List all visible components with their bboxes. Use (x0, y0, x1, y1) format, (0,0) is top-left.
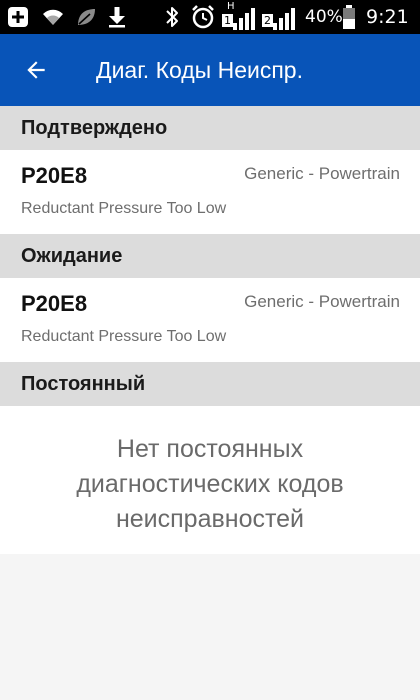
alarm-icon (190, 0, 216, 34)
battery-percent: 40% (305, 0, 343, 34)
status-bar: H 1 2 40% 9:21 (0, 0, 420, 34)
signal-icon: H 1 2 (220, 0, 300, 34)
empty-state-message: Нет постоянных диагностических кодов неи… (76, 435, 344, 533)
download-icon (106, 0, 128, 34)
section-title: Постоянный (21, 373, 146, 395)
arrow-back-icon (27, 61, 45, 79)
clock: 9:21 (366, 0, 409, 34)
page-title: Диаг. Коды Неиспр. (96, 57, 303, 83)
app-bar: Диаг. Коды Неиспр. (0, 34, 420, 106)
clock-text: 9:21 (366, 6, 409, 28)
battery-icon (342, 0, 356, 34)
dtc-item-confirmed[interactable]: P20E8 Generic - Powertrain Reductant Pre… (0, 150, 420, 234)
dtc-description: Reductant Pressure Too Low (21, 328, 227, 345)
back-button[interactable] (14, 48, 58, 92)
leaf-icon (74, 0, 98, 34)
plus-box-icon (6, 0, 30, 34)
section-title: Подтверждено (21, 117, 168, 139)
battery-percent-text: 40% (305, 7, 343, 27)
dtc-item-pending[interactable]: P20E8 Generic - Powertrain Reductant Pre… (0, 278, 420, 362)
wifi-icon (40, 0, 66, 34)
section-header-confirmed: Подтверждено (0, 106, 420, 150)
dtc-type: Generic - Powertrain (244, 164, 400, 183)
bluetooth-icon (162, 0, 182, 34)
dtc-type: Generic - Powertrain (244, 292, 400, 311)
section-title: Ожидание (21, 245, 123, 267)
dtc-code: P20E8 (21, 163, 88, 188)
empty-state: Нет постоянных диагностических кодов неи… (0, 406, 420, 554)
dtc-code: P20E8 (21, 291, 88, 316)
section-header-permanent: Постоянный (0, 362, 420, 406)
dtc-description: Reductant Pressure Too Low (21, 200, 227, 217)
section-header-pending: Ожидание (0, 234, 420, 278)
